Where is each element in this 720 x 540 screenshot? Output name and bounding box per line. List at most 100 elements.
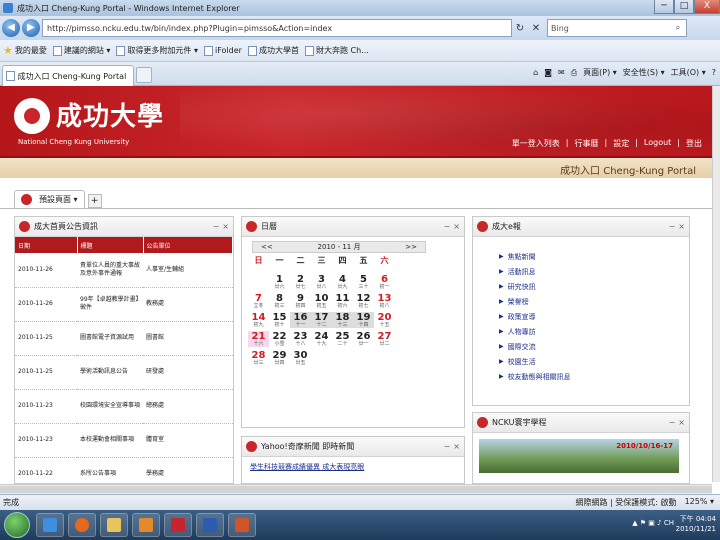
row-title[interactable]: 學術活動訊息公告 [77, 355, 143, 390]
list-item[interactable]: 研究快訊 [499, 279, 689, 294]
favorites-button[interactable]: ★ 我的最愛 [3, 44, 47, 57]
row-title[interactable]: 99年【卓越教學計畫】徵件 [77, 287, 143, 322]
print-icon[interactable]: ⎙ [571, 68, 577, 78]
url-field[interactable]: http://pimsso.ncku.edu.tw/bin/index.php?… [42, 19, 512, 37]
acrobat-taskbar-button[interactable] [164, 513, 192, 537]
calendar-day[interactable]: 5 三十 [353, 274, 374, 290]
scroll-thumb[interactable] [0, 486, 712, 493]
word-taskbar-button[interactable] [196, 513, 224, 537]
calendar-day[interactable]: 12 初七 [353, 293, 374, 309]
table-row[interactable]: 2010-11-23 校園環境安全宣導事項 總務處 [15, 389, 233, 424]
list-item[interactable]: 政策宣導 [499, 309, 689, 324]
calendar-day[interactable]: 21 十六 [248, 331, 269, 347]
home-icon[interactable]: ⌂ [533, 68, 538, 77]
calendar-day[interactable]: 6 初一 [374, 274, 395, 290]
row-title[interactable]: 貴單位人員的重大事故及意外事件通報 [77, 253, 143, 288]
close-portlet-icon[interactable]: × [222, 222, 229, 231]
promo-banner-image[interactable]: 2010/10/16-17 [479, 439, 679, 473]
search-input[interactable]: Bing ⌕ [547, 19, 687, 37]
list-item[interactable]: 榮譽榜 [499, 294, 689, 309]
calendar-day[interactable]: 2 廿七 [290, 274, 311, 290]
search-icon[interactable]: ⌕ [670, 23, 686, 33]
horizontal-scrollbar[interactable] [0, 484, 712, 494]
calendar-day[interactable]: 4 廿九 [332, 274, 353, 290]
table-row[interactable]: 2010-11-23 本校運動會相關事項 體育室 [15, 423, 233, 458]
refresh-icon[interactable]: ↻ [512, 23, 528, 34]
mail-icon[interactable]: ✉ [558, 68, 565, 77]
forward-button[interactable]: ▶ [22, 19, 40, 37]
prev-month-button[interactable]: << [261, 243, 273, 251]
calendar-day[interactable]: 15 初十 [269, 312, 290, 328]
clock[interactable]: 下午 04:04 2010/11/21 [676, 514, 716, 534]
firefox-taskbar-button[interactable] [68, 513, 96, 537]
help-menu[interactable]: ? [712, 68, 716, 77]
list-item[interactable]: 校園生活 [499, 354, 689, 369]
calendar-day[interactable]: 17 十二 [311, 312, 332, 328]
calendar-day[interactable]: 18 十三 [332, 312, 353, 328]
calendar-day[interactable]: 13 初八 [374, 293, 395, 309]
minimize-portlet-icon[interactable]: − [444, 442, 451, 451]
row-title[interactable]: 校園環境安全宣導事項 [77, 389, 143, 424]
start-button[interactable] [4, 512, 30, 538]
favorite-link[interactable]: iFolder [204, 45, 242, 56]
calendar-day[interactable]: 9 初四 [290, 293, 311, 309]
minimize-button[interactable]: ─ [654, 0, 674, 14]
back-button[interactable]: ◀ [2, 19, 20, 37]
new-tab-button[interactable] [136, 67, 152, 83]
calendar-day[interactable]: 1 廿六 [269, 274, 290, 290]
calendar-day[interactable]: 11 初六 [332, 293, 353, 309]
calendar-day[interactable]: 19 十四 [353, 312, 374, 328]
calendar-day[interactable]: 20 十五 [374, 312, 395, 328]
table-row[interactable]: 2010-11-22 系所公告事項 學務處 [15, 457, 233, 483]
calendar-day[interactable]: 24 十九 [311, 331, 332, 347]
calendar-day[interactable]: 10 初五 [311, 293, 332, 309]
maximize-button[interactable]: □ [674, 0, 694, 14]
safety-menu[interactable]: 安全性(S) ▾ [623, 67, 665, 78]
list-item[interactable]: 校友動態與相關訊息 [499, 369, 689, 384]
tab-default-page[interactable]: 預設頁面 ▾ [14, 190, 85, 208]
calendar-day[interactable]: 29 廿四 [269, 350, 290, 366]
minimize-portlet-icon[interactable]: − [444, 222, 451, 231]
table-row[interactable]: 2010-11-25 學術活動訊息公告 研發處 [15, 355, 233, 390]
calendar-day[interactable]: 16 十一 [290, 312, 311, 328]
row-title[interactable]: 本校運動會相關事項 [77, 423, 143, 458]
calendar-day[interactable]: 8 初三 [269, 293, 290, 309]
calendar-day[interactable]: 7 立冬 [248, 293, 269, 309]
browser-tab[interactable]: 成功入口 Cheng-Kung Portal [2, 65, 134, 86]
calendar-day[interactable]: 28 廿三 [248, 350, 269, 366]
powerpoint-taskbar-button[interactable] [228, 513, 256, 537]
sso-list-link[interactable]: 單一登入列表 [512, 138, 560, 149]
minimize-portlet-icon[interactable]: − [213, 222, 220, 231]
calendar-day[interactable]: 23 十八 [290, 331, 311, 347]
minimize-portlet-icon[interactable]: − [669, 418, 676, 427]
calendar-day[interactable]: 22 小雪 [269, 331, 290, 347]
settings-link[interactable]: 設定 [613, 138, 629, 149]
minimize-portlet-icon[interactable]: − [669, 222, 676, 231]
add-tab-button[interactable]: + [87, 194, 102, 208]
logout-zh-link[interactable]: 登出 [686, 138, 702, 149]
close-portlet-icon[interactable]: × [453, 222, 460, 231]
calendar-day[interactable]: 30 廿五 [290, 350, 311, 366]
close-portlet-icon[interactable]: × [678, 222, 685, 231]
favorite-link[interactable]: 建議的網站 ▾ [52, 45, 110, 56]
row-title[interactable]: 圖書館電子資源試用 [77, 321, 143, 356]
next-month-button[interactable]: >> [405, 243, 417, 251]
security-zone[interactable]: 網際網路 | 受保護模式: 啟動 [576, 497, 677, 508]
favorite-link[interactable]: 取得更多附加元件 ▾ [116, 45, 198, 56]
calendar-day[interactable]: 26 廿一 [353, 331, 374, 347]
ie-taskbar-button[interactable] [36, 513, 64, 537]
table-row[interactable]: 2010-11-26 99年【卓越教學計畫】徵件 教務處 [15, 287, 233, 322]
list-item[interactable]: 焦點新聞 [499, 249, 689, 264]
close-portlet-icon[interactable]: × [678, 418, 685, 427]
vertical-scrollbar[interactable] [712, 86, 720, 482]
favorite-link[interactable]: 財大奔跑 Ch... [304, 45, 369, 56]
calendar-day[interactable]: 27 廿二 [374, 331, 395, 347]
row-title[interactable]: 系所公告事項 [77, 457, 143, 483]
calendar-day[interactable]: 25 二十 [332, 331, 353, 347]
list-item[interactable]: 人物專訪 [499, 324, 689, 339]
table-row[interactable]: 2010-11-25 圖書館電子資源試用 圖書館 [15, 321, 233, 356]
list-item[interactable]: 活動訊息 [499, 264, 689, 279]
explorer-taskbar-button[interactable] [100, 513, 128, 537]
rss-icon[interactable]: ◙ [544, 68, 552, 77]
media-taskbar-button[interactable] [132, 513, 160, 537]
